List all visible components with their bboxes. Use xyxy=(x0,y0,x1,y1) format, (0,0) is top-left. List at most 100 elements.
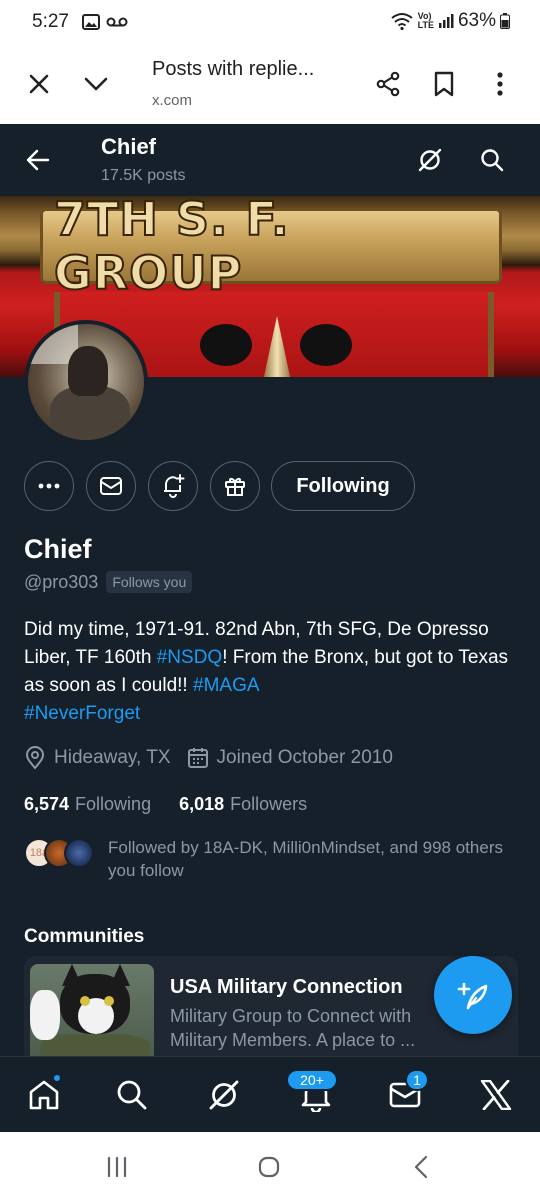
bookmark-icon xyxy=(434,71,454,97)
communities-heading: Communities xyxy=(24,926,145,947)
followers-count-link[interactable]: 6,018 Followers xyxy=(179,794,307,815)
page-url: x.com xyxy=(152,92,193,109)
back-system-button[interactable] xyxy=(406,1152,436,1182)
location-pin-icon xyxy=(25,746,45,770)
profile-name: Chief xyxy=(24,534,92,564)
followers-count: 6,018 xyxy=(179,794,225,814)
followed-by-text: Followed by 18A-DK, Milli0nMindset, and … xyxy=(108,838,503,880)
close-tab-button[interactable] xyxy=(21,66,57,102)
followed-by[interactable]: 18a Followed by 18A-DK, Milli0nMindset, … xyxy=(24,836,524,886)
follows-you-badge: Follows you xyxy=(106,571,193,593)
chevron-down-icon xyxy=(84,77,108,91)
status-bar: 5:27 Vo) LTE 63% xyxy=(0,0,540,44)
home-button[interactable] xyxy=(254,1152,284,1182)
bookmark-button[interactable] xyxy=(426,66,462,102)
bell-plus-icon xyxy=(164,474,185,498)
community-name: USA Military Connection xyxy=(170,976,403,998)
home-pill-icon xyxy=(258,1156,280,1178)
recents-icon xyxy=(107,1156,127,1178)
header-name: Chief xyxy=(101,134,156,159)
more-horizontal-icon xyxy=(38,483,60,489)
more-button[interactable] xyxy=(24,461,74,511)
compose-post-button[interactable] xyxy=(434,956,512,1034)
banner-emblem-left xyxy=(200,324,252,366)
gift-icon xyxy=(225,478,245,496)
browser-toolbar: Posts with replie... x.com xyxy=(0,44,540,124)
back-arrow-icon xyxy=(26,149,50,171)
home-icon xyxy=(29,1080,59,1110)
wifi-icon xyxy=(391,13,413,31)
grok-button[interactable] xyxy=(412,142,448,178)
gift-button[interactable] xyxy=(210,461,260,511)
profile-handle: @pro303 xyxy=(24,571,99,592)
join-date-text: Joined October 2010 xyxy=(216,747,393,768)
profile-bio: Did my time, 1971-91. 82nd Abn, 7th SFG,… xyxy=(24,616,520,728)
profile-actions: Following xyxy=(0,461,540,511)
calendar-icon xyxy=(187,748,208,768)
following-button[interactable]: Following xyxy=(271,461,415,511)
following-label: Following xyxy=(75,794,152,814)
recents-button[interactable] xyxy=(102,1152,132,1182)
header-post-count: 17.5K posts xyxy=(101,167,186,184)
search-icon xyxy=(117,1080,147,1110)
bottom-tab-bar: 20+ 1 xyxy=(0,1056,540,1132)
hashtag-neverforget[interactable]: #NeverForget xyxy=(24,703,140,724)
cat-uniform xyxy=(40,1034,150,1056)
network-type: Vo) LTE xyxy=(418,12,434,30)
status-indicators: Vo) LTE 63% xyxy=(390,10,510,32)
handle-row: @pro303 Follows you xyxy=(24,571,193,593)
compose-feather-icon xyxy=(457,982,488,1010)
community-description: Military Group to Connect with Military … xyxy=(170,1006,416,1050)
hashtag-nsdq[interactable]: #NSDQ xyxy=(157,647,222,668)
location: Hideaway, TX xyxy=(24,746,171,770)
profile-page: 7TH S. F. GROUP Chief 17.5K posts Follow… xyxy=(0,124,540,1056)
follow-counts: 6,574 Following 6,018 Followers xyxy=(24,794,335,815)
join-date: Joined October 2010 xyxy=(187,747,393,769)
minimize-tab-button[interactable] xyxy=(78,66,114,102)
signal-icon xyxy=(438,14,454,28)
page-title: Posts with replie... xyxy=(152,58,315,80)
gallery-icon xyxy=(82,14,100,30)
followed-by-avatar-3 xyxy=(64,838,94,868)
status-notification-icons xyxy=(82,13,128,31)
share-icon xyxy=(376,71,400,97)
message-button[interactable] xyxy=(86,461,136,511)
avatar-figure xyxy=(68,346,108,396)
more-options-button[interactable] xyxy=(482,66,518,102)
more-vertical-icon xyxy=(497,72,503,96)
following-count: 6,574 xyxy=(24,794,70,814)
profile-avatar[interactable] xyxy=(24,320,148,444)
close-icon xyxy=(29,74,49,94)
tab-grok[interactable] xyxy=(204,1075,244,1115)
followers-label: Followers xyxy=(230,794,308,814)
status-time: 5:27 xyxy=(32,11,69,32)
voicemail-icon xyxy=(106,17,128,27)
search-icon xyxy=(481,149,504,172)
x-logo-icon xyxy=(480,1080,512,1110)
location-text: Hideaway, TX xyxy=(54,747,171,768)
banner-text: 7TH S. F. GROUP xyxy=(53,196,290,301)
back-chevron-icon xyxy=(414,1155,428,1179)
network-lte: LTE xyxy=(417,20,434,30)
notify-button[interactable] xyxy=(148,461,198,511)
tab-x-premium[interactable] xyxy=(476,1075,516,1115)
battery-percent: 63% xyxy=(457,10,496,31)
grok-icon xyxy=(209,1080,239,1110)
search-button[interactable] xyxy=(474,142,510,178)
home-new-dot xyxy=(52,1073,62,1083)
back-button[interactable] xyxy=(20,142,56,178)
battery-icon xyxy=(500,13,510,29)
share-button[interactable] xyxy=(370,66,406,102)
hashtag-maga[interactable]: #MAGA xyxy=(193,675,260,696)
profile-meta: Hideaway, TX Joined October 2010 xyxy=(24,746,409,770)
community-image xyxy=(30,964,154,1056)
android-navigation-bar xyxy=(0,1132,540,1200)
cat-paw xyxy=(30,990,60,1040)
following-count-link[interactable]: 6,574 Following xyxy=(24,794,151,815)
grok-icon xyxy=(418,148,442,172)
messages-badge: 1 xyxy=(405,1069,429,1091)
profile-top-bar: Chief 17.5K posts xyxy=(0,124,540,196)
tab-search[interactable] xyxy=(112,1075,152,1115)
banner-emblem-right xyxy=(300,324,352,366)
notifications-badge: 20+ xyxy=(286,1069,338,1091)
